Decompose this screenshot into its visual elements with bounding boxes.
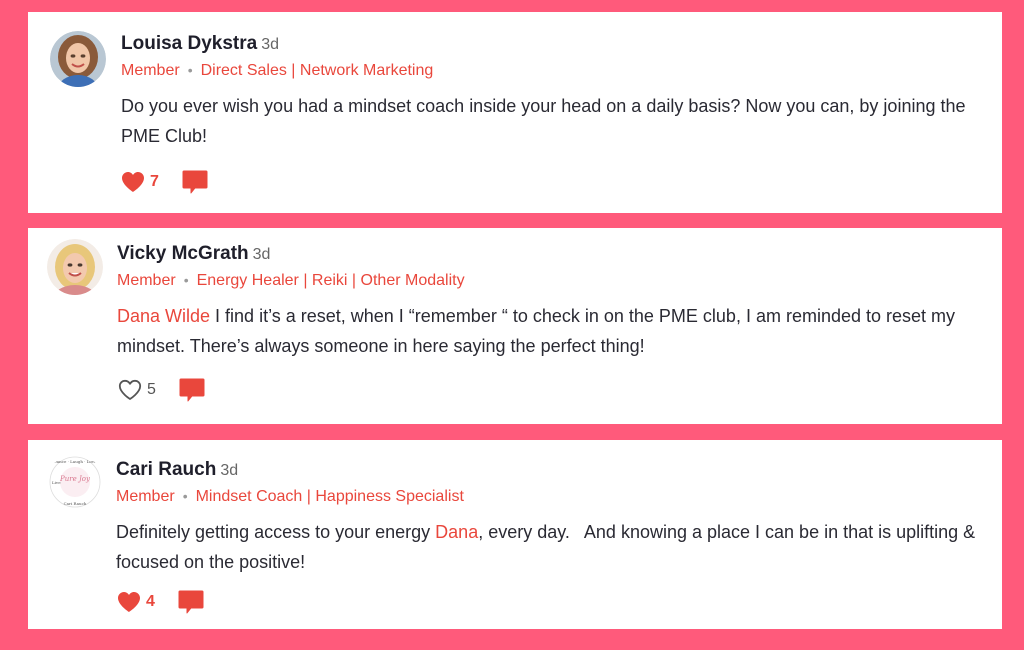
like-button[interactable]: 7 [120, 170, 159, 194]
like-count: 4 [146, 593, 155, 610]
avatar[interactable] [47, 239, 103, 295]
post-text: I find it’s a reset, when I “remember “ … [117, 306, 956, 356]
comment-icon [178, 590, 204, 614]
like-count: 5 [147, 381, 156, 398]
author-tags: Mindset Coach | Happiness Specialist [195, 488, 464, 505]
author-role: Member [116, 488, 175, 505]
author-meta: Member • Mindset Coach | Happiness Special… [116, 485, 982, 507]
post-card: Louisa Dykstra 3d Member • Direct Sales | N… [28, 12, 1002, 213]
comment-button[interactable] [177, 588, 205, 616]
like-count: 7 [150, 173, 159, 190]
author-tags: Energy Healer | Reiki | Other Modality [196, 272, 465, 289]
svg-text:Dance · Laugh · Love: Dance · Laugh · Love [54, 459, 97, 464]
heart-icon [122, 172, 144, 192]
author-role: Member [121, 62, 180, 79]
heart-icon [118, 592, 140, 612]
comment-button[interactable] [178, 376, 206, 404]
post-text: Do you ever wish you had a mindset coach… [121, 96, 966, 146]
post-content: Vicky McGrath 3d Member • Energy Healer | R… [117, 242, 982, 361]
post-actions: 4 [116, 588, 205, 616]
post-header: Louisa Dykstra 3d [121, 32, 982, 56]
author-tags: Direct Sales | Network Marketing [200, 62, 434, 79]
post-header: Vicky McGrath 3d [117, 242, 982, 266]
like-button[interactable]: 4 [116, 590, 155, 614]
like-button[interactable]: 5 [117, 378, 156, 402]
logo-text: Pure Joy [59, 475, 91, 483]
heart-outline-icon [118, 379, 142, 400]
post-actions: 7 [120, 168, 209, 196]
separator-dot: • [182, 488, 188, 504]
post-actions: 5 [117, 376, 206, 404]
post-content: Louisa Dykstra 3d Member • Direct Sales | N… [121, 32, 982, 151]
author-meta: Member • Energy Healer | Reiki | Other Mod… [117, 269, 982, 291]
svg-text:Live: Live [52, 480, 61, 485]
separator-dot: • [183, 272, 189, 288]
post-body: Definitely getting access to your energy… [116, 517, 986, 577]
mention-link[interactable]: Dana [435, 522, 478, 542]
comment-icon [182, 170, 208, 194]
separator-dot: • [187, 62, 193, 78]
post-time: 3d [252, 246, 271, 263]
mention-link[interactable]: Dana Wilde [117, 306, 210, 326]
svg-text:Cari Rauch: Cari Rauch [64, 501, 87, 506]
avatar[interactable]: Pure Joy Dance · Laugh · Love Cari Rauch… [47, 454, 103, 510]
post-content: Cari Rauch 3d Member • Mindset Coach | Happ… [116, 458, 982, 577]
post-time: 3d [261, 36, 280, 53]
author-role: Member [117, 272, 176, 289]
post-body: Do you ever wish you had a mindset coach… [121, 91, 991, 151]
author-name[interactable]: Cari Rauch [116, 459, 216, 480]
comment-icon [179, 378, 205, 402]
author-name[interactable]: Vicky McGrath [117, 243, 249, 264]
post-card: Vicky McGrath 3d Member • Energy Healer | R… [28, 228, 1002, 424]
author-meta: Member • Direct Sales | Network Marketing [121, 59, 982, 81]
post-card: Pure Joy Dance · Laugh · Love Cari Rauch… [28, 440, 1002, 629]
post-time: 3d [220, 462, 239, 479]
comment-button[interactable] [181, 168, 209, 196]
post-body: Dana Wilde I find it’s a reset, when I “… [117, 301, 987, 361]
author-name[interactable]: Louisa Dykstra [121, 33, 257, 54]
post-header: Cari Rauch 3d [116, 458, 982, 482]
avatar[interactable] [50, 31, 106, 87]
post-text: Definitely getting access to your energy [116, 522, 436, 542]
